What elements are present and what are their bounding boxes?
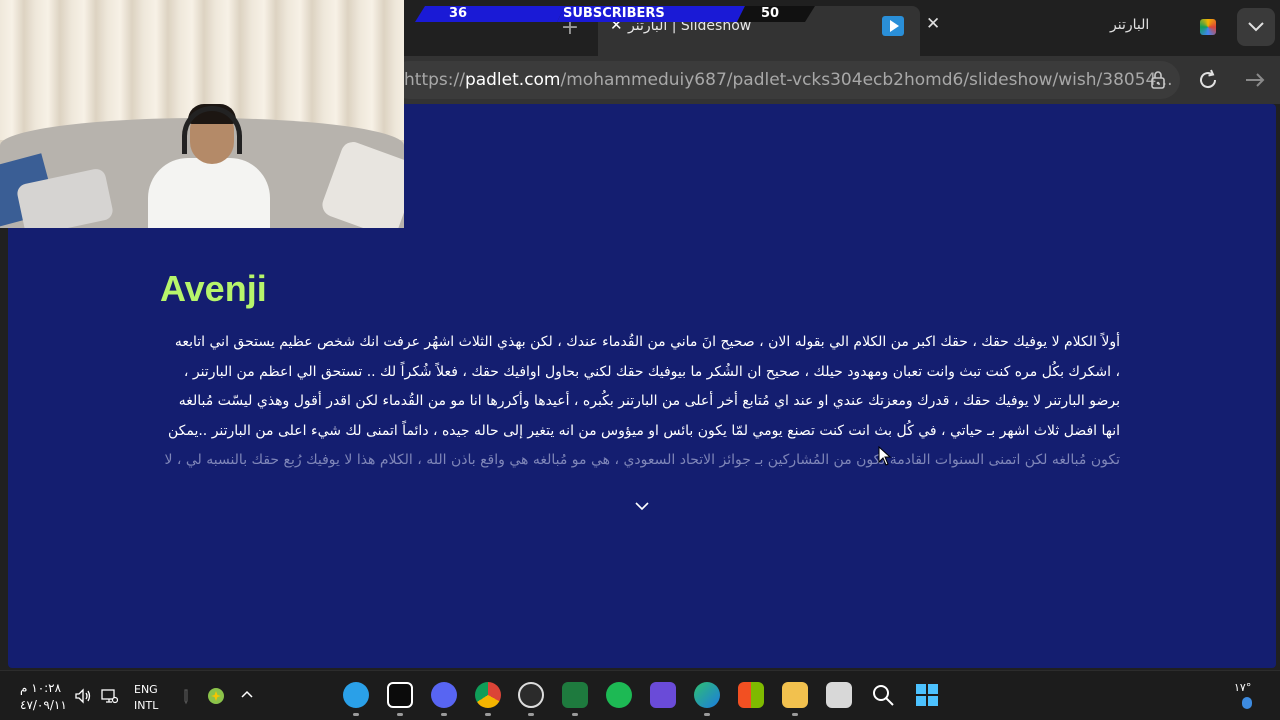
excel-icon[interactable]: [562, 682, 588, 708]
url-field[interactable]: https://padlet.com/mohammeduiy687/padlet…: [390, 61, 1180, 99]
tab2-title[interactable]: البارتنر: [1110, 17, 1149, 33]
app-running-indicator: [704, 713, 710, 716]
refresh-icon[interactable]: [1196, 68, 1220, 92]
subscriber-label: SUBSCRIBERS: [563, 6, 665, 21]
obs-icon[interactable]: [518, 682, 544, 708]
spotify-icon[interactable]: [606, 682, 632, 708]
edge-icon[interactable]: [694, 682, 720, 708]
app-running-indicator: [353, 713, 359, 716]
tray-app-icon[interactable]: [207, 687, 225, 705]
show-hidden-icons-icon[interactable]: [241, 686, 253, 702]
taskbar-date[interactable]: ٤٧/٠٩/١١: [20, 698, 67, 712]
mouse-cursor-icon: [878, 446, 892, 466]
post-line: برضو البارتنر لا يوفيك حقك ، قدرك ومعزتك…: [178, 393, 1120, 409]
app-running-indicator: [397, 713, 403, 716]
chrome-icon[interactable]: [475, 682, 501, 708]
expand-chevron-icon[interactable]: [634, 500, 650, 512]
tab2-close-icon[interactable]: ✕: [926, 14, 940, 34]
taskbar: ١٠:٢٨ م ٤٧/٠٩/١١ ENG INTL ١٧°: [0, 670, 1280, 720]
app-icon[interactable]: [650, 682, 676, 708]
chevron-down-icon: [1248, 22, 1264, 32]
app-running-indicator: [792, 713, 798, 716]
subscriber-count-goal: 50: [761, 6, 780, 21]
webcam-person: [148, 158, 270, 228]
url-text: https://padlet.com/mohammeduiy687/padlet…: [404, 70, 1173, 90]
lock-icon[interactable]: [1150, 71, 1166, 89]
app-running-indicator: [528, 713, 534, 716]
pen-icon[interactable]: [178, 687, 196, 705]
subscriber-overlay: 36 SUBSCRIBERS 50: [415, 6, 815, 22]
discord-icon[interactable]: [431, 682, 457, 708]
weather-temperature[interactable]: ١٧°: [1234, 681, 1251, 694]
search-icon[interactable]: [870, 682, 896, 708]
app-running-indicator: [441, 713, 447, 716]
screen: + ✕ البارتنر | Slideshow ✕ البارتنر http…: [0, 0, 1280, 720]
tab2-favicon-icon: [1200, 19, 1216, 35]
roblox-studio-icon[interactable]: [387, 682, 413, 708]
post-line-faded: تكون مُبالغه لكن اتمنى السنوات القادمة ت…: [164, 452, 1120, 468]
weather-icon: [1242, 697, 1252, 709]
taskbar-time[interactable]: ١٠:٢٨ م: [20, 681, 61, 695]
post-title: Avenji: [160, 268, 267, 309]
store-icon[interactable]: [738, 682, 764, 708]
webcam-overlay: [0, 0, 404, 228]
app-running-indicator: [485, 713, 491, 716]
language-layout[interactable]: INTL: [134, 699, 158, 712]
post-body: أولاً الكلام لا يوفيك حقك ، حقك اكبر من …: [160, 328, 1120, 476]
chevron-up-icon: [241, 690, 253, 698]
post-line: ، اشكرك بكُل مره كنت تبث وانت تعبان ومهد…: [183, 363, 1120, 380]
post-line: انها افضل ثلاث اشهر بـ حياتي ، في كُل بث…: [167, 422, 1120, 439]
language-indicator[interactable]: ENG: [134, 683, 158, 696]
subscriber-count-start: 36: [449, 6, 468, 21]
media-play-icon[interactable]: [882, 16, 904, 36]
network-icon[interactable]: [100, 687, 118, 705]
post-line: أولاً الكلام لا يوفيك حقك ، حقك اكبر من …: [174, 334, 1120, 350]
app-running-indicator: [572, 713, 578, 716]
start-windows-icon[interactable]: [914, 682, 940, 708]
forward-icon[interactable]: [1243, 68, 1267, 92]
file-explorer-icon[interactable]: [782, 682, 808, 708]
speaker-icon[interactable]: [74, 687, 92, 705]
tab-list-button[interactable]: [1237, 8, 1275, 46]
app-icon[interactable]: [343, 682, 369, 708]
app-icon[interactable]: [826, 682, 852, 708]
